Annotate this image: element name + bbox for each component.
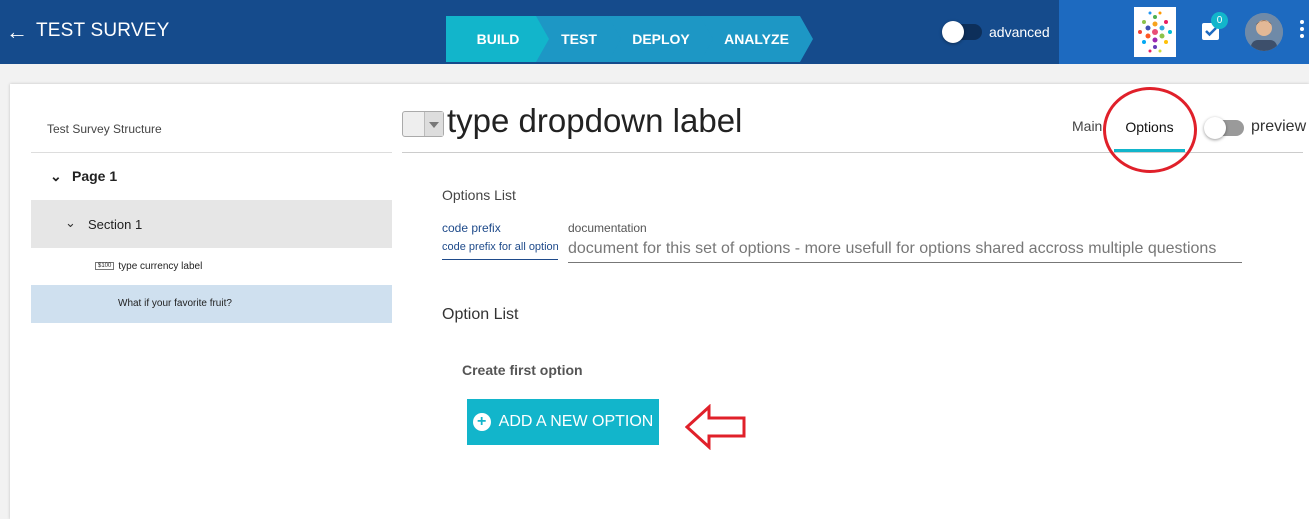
tree-question-currency[interactable]: $100 type currency label <box>95 261 202 272</box>
top-bar: ← TEST SURVEY BUILD TEST DEPLOY ANALYZE … <box>0 0 1309 64</box>
chevron-down-icon: ⌄ <box>50 168 62 184</box>
annotation-arrow-icon <box>685 404 746 450</box>
tab-main[interactable]: Main <box>1072 118 1102 134</box>
preview-label: preview <box>1251 118 1307 135</box>
advanced-toggle[interactable] <box>942 21 982 43</box>
org-logo <box>1134 7 1176 57</box>
user-avatar[interactable] <box>1245 13 1283 51</box>
documentation-label: documentation <box>568 221 647 235</box>
tree-section-label: Section 1 <box>88 217 143 232</box>
tree-page-label: Page 1 <box>72 168 118 184</box>
preview-toggle[interactable] <box>1204 117 1244 139</box>
options-list-heading: Options List <box>442 187 516 203</box>
survey-title: TEST SURVEY <box>36 20 170 41</box>
step-deploy[interactable]: DEPLOY <box>608 16 714 62</box>
more-vert-icon[interactable] <box>1298 20 1306 44</box>
question-title[interactable]: type dropdown label <box>447 102 742 140</box>
option-list-heading: Option List <box>442 306 519 323</box>
documentation-input[interactable]: document for this set of options - more … <box>568 240 1242 263</box>
question-type-dropdown[interactable] <box>402 111 444 137</box>
tree-question-label: What if your favorite fruit? <box>118 298 232 309</box>
structure-title: Test Survey Structure <box>47 122 162 136</box>
arrow-left-icon[interactable]: ← <box>6 18 28 46</box>
tree-question-selected[interactable]: What if your favorite fruit? <box>31 285 392 323</box>
tree-page-1[interactable]: ⌄ Page 1 <box>50 168 117 185</box>
create-first-option-text: Create first option <box>462 362 583 378</box>
advanced-label: advanced <box>989 24 1050 40</box>
code-prefix-input[interactable]: code prefix for all options <box>442 241 558 260</box>
currency-icon: $100 <box>95 262 115 271</box>
divider <box>31 152 392 153</box>
chevron-down-icon <box>424 112 443 136</box>
step-analyze[interactable]: ANALYZE <box>700 16 813 62</box>
add-option-button[interactable]: + ADD A NEW OPTION <box>467 399 659 445</box>
tree-section-1[interactable]: ⌄ Section 1 <box>31 200 392 248</box>
step-build[interactable]: BUILD <box>446 16 550 62</box>
add-option-label: ADD A NEW OPTION <box>498 413 654 430</box>
plus-circle-icon: + <box>472 413 491 431</box>
code-prefix-label: code prefix <box>442 221 501 235</box>
chevron-down-icon: ⌄ <box>65 215 76 230</box>
tree-question-label: type currency label <box>118 261 203 272</box>
notification-badge: 0 <box>1211 12 1228 29</box>
annotation-circle <box>1103 87 1197 173</box>
